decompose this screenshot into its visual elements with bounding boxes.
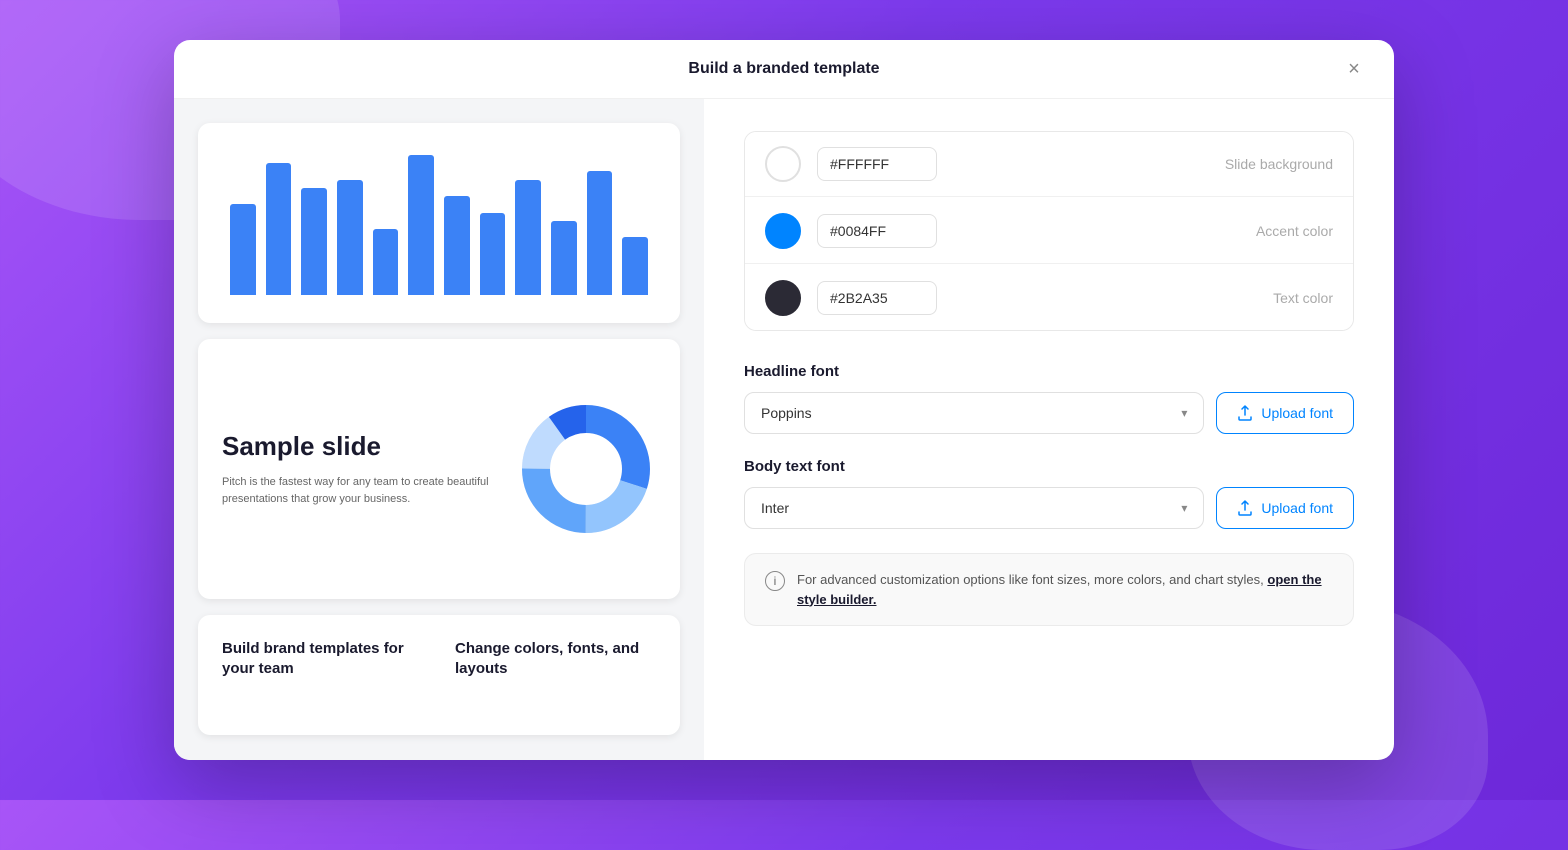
info-icon-label: i [774, 574, 777, 588]
bar-10 [587, 171, 613, 295]
headline-upload-font-button[interactable]: Upload font [1216, 392, 1354, 434]
bar-7 [480, 213, 506, 295]
text-color-label: Text color [953, 290, 1333, 306]
upload-icon [1237, 500, 1253, 516]
headline-font-section: Headline font Poppins ▾ Upload font [744, 363, 1354, 434]
color-row-accent: Accent color [745, 199, 1353, 264]
accent-color-label: Accent color [953, 223, 1333, 239]
color-section: Slide background Accent color Text color [744, 131, 1354, 331]
slide-background-input[interactable] [817, 147, 937, 181]
color-row-slide-background: Slide background [745, 132, 1353, 197]
bar-6 [444, 196, 470, 295]
slide-bar-chart [198, 123, 680, 323]
slide-col-1-title: Build brand templates for your team [222, 639, 423, 678]
body-font-row: Inter ▾ Upload font [744, 487, 1354, 529]
bar-3 [337, 180, 363, 295]
slide-background-swatch[interactable] [765, 146, 801, 182]
slide-sample: Sample slide Pitch is the fastest way fo… [198, 339, 680, 599]
slide-col-2-title: Change colors, fonts, and layouts [455, 639, 656, 678]
headline-chevron-icon: ▾ [1181, 406, 1187, 420]
accent-color-swatch[interactable] [765, 213, 801, 249]
bar-5 [408, 155, 434, 295]
bar-4 [373, 229, 399, 295]
donut-chart [516, 399, 656, 539]
headline-font-value: Poppins [761, 405, 812, 421]
info-description: For advanced customization options like … [797, 572, 1264, 587]
body-font-section: Body text font Inter ▾ Upload font [744, 458, 1354, 529]
bar-1 [266, 163, 292, 295]
bar-11 [622, 237, 648, 295]
modal-body: Sample slide Pitch is the fastest way fo… [174, 99, 1394, 760]
color-row-text: Text color [745, 266, 1353, 330]
slide-columns: Build brand templates for your team Chan… [198, 615, 680, 735]
slide-sample-card: Sample slide Pitch is the fastest way fo… [198, 339, 680, 599]
headline-font-row: Poppins ▾ Upload font [744, 392, 1354, 434]
slide-text-section: Sample slide Pitch is the fastest way fo… [222, 431, 496, 507]
info-box: i For advanced customization options lik… [744, 553, 1354, 626]
modal-title: Build a branded template [688, 60, 879, 78]
slide-bar-chart-card [198, 123, 680, 323]
close-button[interactable]: × [1338, 53, 1370, 85]
body-font-value: Inter [761, 500, 789, 516]
body-font-title: Body text font [744, 458, 1354, 475]
text-color-input[interactable] [817, 281, 937, 315]
modal-header: Build a branded template × [174, 40, 1394, 99]
slides-panel: Sample slide Pitch is the fastest way fo… [174, 99, 704, 760]
headline-upload-label: Upload font [1261, 405, 1333, 421]
bar-9 [551, 221, 577, 295]
slide-title: Sample slide [222, 431, 496, 462]
headline-font-title: Headline font [744, 363, 1354, 380]
headline-font-select[interactable]: Poppins ▾ [744, 392, 1204, 434]
slide-description: Pitch is the fastest way for any team to… [222, 474, 496, 507]
upload-icon [1237, 405, 1253, 421]
settings-panel: Slide background Accent color Text color… [704, 99, 1394, 760]
body-upload-label: Upload font [1261, 500, 1333, 516]
accent-color-input[interactable] [817, 214, 937, 248]
bar-2 [301, 188, 327, 295]
modal: Build a branded template × Sample slide … [174, 40, 1394, 760]
bar-8 [515, 180, 541, 295]
info-icon: i [765, 571, 785, 591]
body-chevron-icon: ▾ [1181, 501, 1187, 515]
slide-col-2: Change colors, fonts, and layouts [455, 639, 656, 711]
body-font-select[interactable]: Inter ▾ [744, 487, 1204, 529]
slide-background-label: Slide background [953, 156, 1333, 172]
slide-columns-card: Build brand templates for your team Chan… [198, 615, 680, 735]
info-text: For advanced customization options like … [797, 570, 1333, 609]
slide-col-1: Build brand templates for your team [222, 639, 423, 711]
text-color-swatch[interactable] [765, 280, 801, 316]
bar-0 [230, 204, 256, 295]
body-upload-font-button[interactable]: Upload font [1216, 487, 1354, 529]
